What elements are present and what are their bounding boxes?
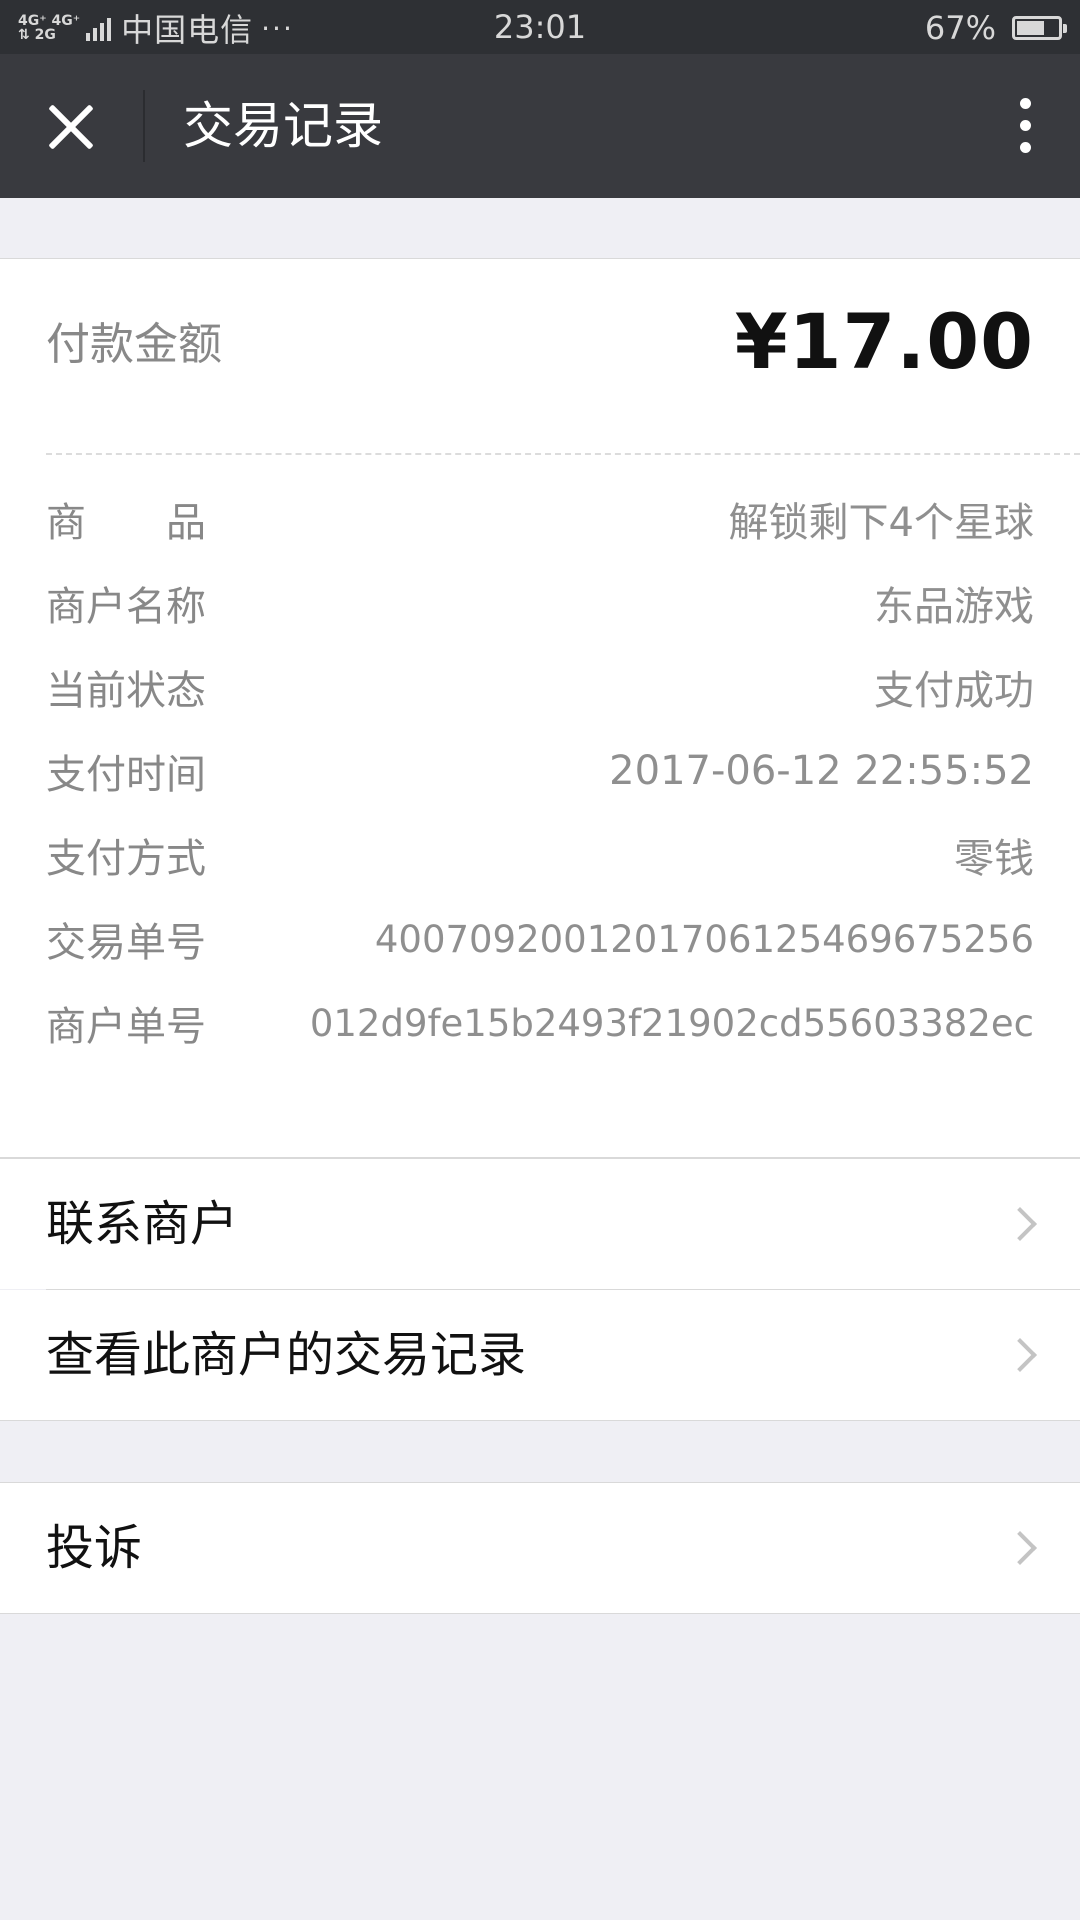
battery-fill bbox=[1017, 21, 1044, 35]
detail-row-transaction-id: 交易单号 4007092001201706125469675256 bbox=[46, 909, 1034, 969]
detail-key: 当前状态 bbox=[46, 668, 206, 714]
close-icon[interactable] bbox=[40, 96, 100, 156]
view-merchant-records-item[interactable]: 查看此商户的交易记录 bbox=[0, 1290, 1080, 1420]
transaction-detail-card: 付款金额 ¥17.00 商 品 解锁剩下4个星球 商户名称 东品游戏 当前状态 … bbox=[0, 258, 1080, 1158]
detail-row-status: 当前状态 支付成功 bbox=[46, 657, 1034, 717]
detail-key: 支付时间 bbox=[46, 752, 206, 798]
status-right: 67% bbox=[924, 8, 1067, 48]
chevron-right-icon bbox=[1003, 1531, 1037, 1565]
detail-value: 4007092001201706125469675256 bbox=[374, 917, 1034, 961]
contact-merchant-label: 联系商户 bbox=[46, 1196, 239, 1252]
contact-merchant-item[interactable]: 联系商户 bbox=[0, 1159, 1080, 1289]
detail-value: 零钱 bbox=[954, 836, 1034, 882]
nav-divider bbox=[143, 90, 145, 162]
status-time: 23:01 bbox=[493, 8, 587, 46]
detail-row-merchant-order-id: 商户单号 012d9fe15b2493f21902cd55603382ec bbox=[46, 993, 1034, 1053]
detail-key: 商 品 bbox=[46, 500, 206, 546]
detail-row-product: 商 品 解锁剩下4个星球 bbox=[46, 489, 1034, 549]
page-title: 交易记录 bbox=[183, 97, 383, 155]
detail-row-pay-time: 支付时间 2017-06-12 22:55:52 bbox=[46, 741, 1034, 801]
detail-row-merchant-name: 商户名称 东品游戏 bbox=[46, 573, 1034, 633]
amount-value: ¥17.00 bbox=[734, 297, 1034, 386]
nav-bar: 交易记录 bbox=[0, 54, 1080, 198]
detail-value: 东品游戏 bbox=[874, 584, 1034, 630]
battery-percent: 67% bbox=[924, 9, 996, 47]
chevron-right-icon bbox=[1003, 1207, 1037, 1241]
detail-row-pay-method: 支付方式 零钱 bbox=[46, 825, 1034, 885]
more-vertical-icon[interactable] bbox=[1010, 96, 1040, 156]
complain-label: 投诉 bbox=[46, 1520, 143, 1576]
amount-label: 付款金额 bbox=[46, 319, 222, 370]
detail-value: 支付成功 bbox=[874, 668, 1034, 714]
chevron-right-icon bbox=[1003, 1338, 1037, 1372]
dashed-divider bbox=[46, 453, 1080, 455]
group-divider bbox=[0, 1613, 1080, 1614]
detail-value: 012d9fe15b2493f21902cd55603382ec bbox=[309, 1001, 1034, 1045]
status-bar: 4G⁺ 4G⁺ ⇅ 2G 中国电信 ··· 23:01 67% bbox=[0, 0, 1080, 54]
detail-key: 商户单号 bbox=[46, 1004, 206, 1050]
view-merchant-records-label: 查看此商户的交易记录 bbox=[46, 1327, 527, 1383]
complain-item[interactable]: 投诉 bbox=[0, 1483, 1080, 1613]
detail-value: 2017-06-12 22:55:52 bbox=[609, 748, 1034, 794]
detail-key: 商户名称 bbox=[46, 584, 206, 630]
group-divider bbox=[0, 1420, 1080, 1421]
detail-value: 解锁剩下4个星球 bbox=[728, 500, 1034, 546]
detail-key: 交易单号 bbox=[46, 920, 206, 966]
battery-icon bbox=[1012, 16, 1067, 40]
detail-key: 支付方式 bbox=[46, 836, 206, 882]
